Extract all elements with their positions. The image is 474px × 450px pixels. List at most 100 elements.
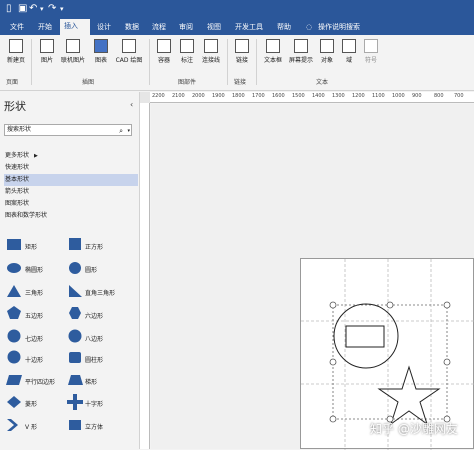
panel-title: 形状 xyxy=(4,100,26,113)
new-page-button[interactable]: 新建页 xyxy=(4,39,28,64)
redo-icon[interactable]: ↷ xyxy=(48,3,56,15)
shape-label[interactable]: 圆形 xyxy=(85,265,97,274)
cad-icon xyxy=(122,39,136,53)
shape-label[interactable]: 十边形 xyxy=(25,355,43,364)
search-icon[interactable]: ⌕ xyxy=(119,126,123,136)
shape-label[interactable]: 六边形 xyxy=(85,311,103,320)
shape-label[interactable]: 梯形 xyxy=(85,377,97,386)
category-basic-shapes[interactable]: 基本形状 xyxy=(4,174,138,186)
shape-label[interactable]: 直角三角形 xyxy=(85,288,115,297)
field-button[interactable]: 域 xyxy=(340,39,358,64)
tab-design[interactable]: 设计 xyxy=(93,21,115,35)
trapezoid-icon xyxy=(68,375,83,385)
page-icon xyxy=(9,39,23,53)
tab-process[interactable]: 流程 xyxy=(148,21,170,35)
circle-icon xyxy=(69,262,81,274)
cad-drawing-button[interactable]: CAD 绘图 xyxy=(112,39,146,64)
group-label-links: 链接 xyxy=(234,79,247,86)
shape-label[interactable]: 十字形 xyxy=(85,399,103,408)
shapes-panel: 形状 ‹ 搜索形状 ⌕ ▾ 更多形状 ▶ 快速形状 基本形状 箭头形状 图案形状… xyxy=(0,92,140,449)
watermark: 知乎 @沙雕网友 xyxy=(370,422,458,436)
selection-handle xyxy=(443,358,451,366)
decagon-icon xyxy=(7,350,21,364)
square-icon xyxy=(69,238,81,250)
field-icon xyxy=(342,39,356,53)
connector-button[interactable]: 连接线 xyxy=(198,39,224,64)
selection-handle xyxy=(329,301,337,309)
picture-icon xyxy=(40,39,54,53)
object-icon xyxy=(320,39,334,53)
textbox-icon xyxy=(266,39,280,53)
symbol-button[interactable]: 符号 xyxy=(360,39,382,64)
dropdown-icon[interactable]: ▾ xyxy=(60,3,64,15)
shape-label[interactable]: 平行四边形 xyxy=(25,377,55,386)
shape-label[interactable]: V 形 xyxy=(25,422,37,431)
callout-button[interactable]: 标注 xyxy=(176,39,198,64)
more-shapes[interactable]: 更多形状 ▶ xyxy=(4,150,138,162)
tab-developer[interactable]: 开发工具 xyxy=(231,21,267,35)
shape-label[interactable]: 八边形 xyxy=(85,334,103,343)
file-icon[interactable]: ▯ xyxy=(6,3,12,15)
octagon-icon xyxy=(68,329,82,343)
shape-label[interactable]: 圆柱形 xyxy=(85,355,103,364)
rectangle-shape xyxy=(345,325,385,348)
pentagon-icon xyxy=(7,306,21,319)
triangle-icon xyxy=(7,285,21,297)
link-button[interactable]: 链接 xyxy=(231,39,253,64)
category-chart-math-shapes[interactable]: 图表和数学形状 xyxy=(4,210,138,222)
group-label-page: 页面 xyxy=(6,79,19,86)
selection-box xyxy=(332,304,448,420)
tab-review[interactable]: 审阅 xyxy=(175,21,197,35)
screentip-icon xyxy=(294,39,308,53)
cross-icon xyxy=(67,394,83,410)
collapse-icon[interactable]: ‹ xyxy=(130,100,133,109)
search-shapes-input[interactable]: 搜索形状 ⌕ ▾ xyxy=(4,124,132,136)
diamond-icon xyxy=(7,396,21,408)
shape-label[interactable]: 立方体 xyxy=(85,422,103,431)
shape-label[interactable]: 三角形 xyxy=(25,288,43,297)
shape-label[interactable]: 矩形 xyxy=(25,242,37,251)
cube-icon xyxy=(69,420,81,430)
undo-icon[interactable]: ↶ xyxy=(29,3,37,15)
textbox-button[interactable]: 文本框 xyxy=(260,39,286,64)
divider xyxy=(256,39,257,85)
category-pattern-shapes[interactable]: 图案形状 xyxy=(4,198,138,210)
parallelogram-icon xyxy=(6,375,22,385)
shape-label[interactable]: 椭圆形 xyxy=(25,265,43,274)
link-icon xyxy=(235,39,249,53)
cylinder-icon xyxy=(69,352,81,363)
title-bar: ▯ ▣ ↶ ▾ ↷ ▾ xyxy=(0,0,474,18)
tab-view[interactable]: 视图 xyxy=(203,21,225,35)
dropdown-icon[interactable]: ▾ xyxy=(127,126,130,136)
shape-label[interactable]: 七边形 xyxy=(25,334,43,343)
container-button[interactable]: 容器 xyxy=(153,39,175,64)
screentip-button[interactable]: 屏幕提示 xyxy=(286,39,316,64)
selection-handle xyxy=(329,415,337,423)
tab-file[interactable]: 文件 xyxy=(6,21,28,35)
chevron-icon xyxy=(7,419,18,431)
dropdown-icon[interactable]: ▾ xyxy=(40,3,44,15)
category-quick-shapes[interactable]: 快速形状 xyxy=(4,162,138,174)
chart-button[interactable]: 图表 xyxy=(90,39,112,64)
selection-handle xyxy=(443,301,451,309)
group-label-illustrations: 插图 xyxy=(82,79,95,86)
shape-stencil-icons xyxy=(6,238,83,431)
shape-label[interactable]: 菱形 xyxy=(25,399,37,408)
object-button[interactable]: 对象 xyxy=(316,39,338,64)
tab-insert[interactable]: 插入 xyxy=(60,19,90,35)
ribbon: 新建页 图片 联机图片 图表 CAD 绘图 容器 标注 连接线 链接 文本框 屏… xyxy=(0,35,474,91)
online-picture-button[interactable]: 联机图片 xyxy=(58,39,88,64)
ruler-top: 2200 2100 2000 1900 1800 1700 1600 1500 … xyxy=(150,92,474,103)
tab-data[interactable]: 数据 xyxy=(121,21,143,35)
tab-home[interactable]: 开始 xyxy=(34,21,56,35)
save-icon[interactable]: ▣ xyxy=(18,3,27,15)
heptagon-icon xyxy=(7,329,21,343)
connector-icon xyxy=(204,39,218,53)
tab-help[interactable]: 帮助 xyxy=(273,21,295,35)
category-arrow-shapes[interactable]: 箭头形状 xyxy=(4,186,138,198)
tell-me-search[interactable]: 操作说明搜索 xyxy=(314,21,364,35)
shape-label[interactable]: 正方形 xyxy=(85,242,103,251)
shape-label[interactable]: 五边形 xyxy=(25,311,43,320)
picture-button[interactable]: 图片 xyxy=(36,39,58,64)
chevron-right-icon: ▶ xyxy=(33,153,38,159)
